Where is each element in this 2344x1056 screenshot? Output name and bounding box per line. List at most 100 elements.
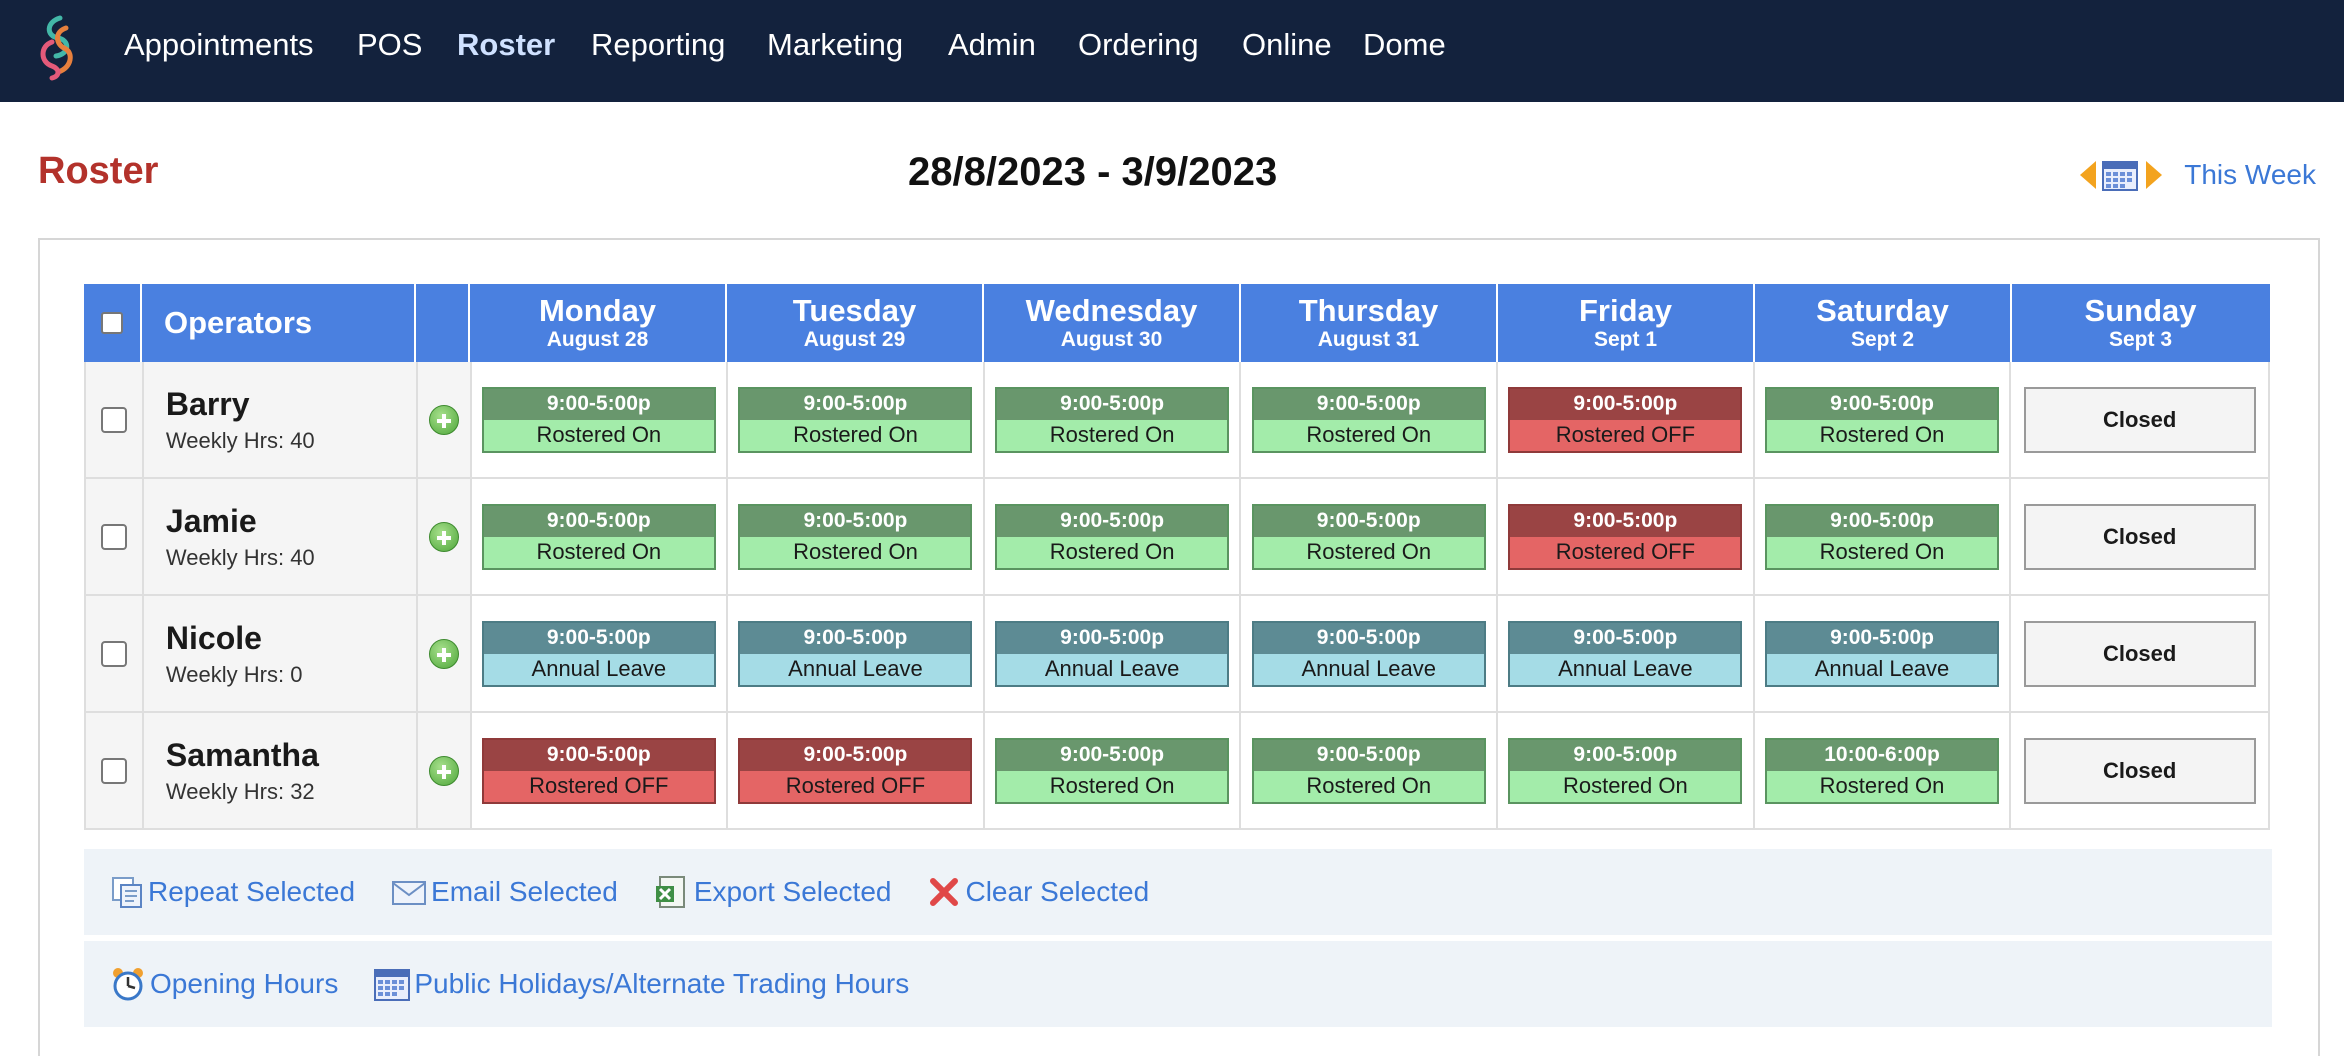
operator-name[interactable]: Barry xyxy=(166,384,250,424)
email-selected-button[interactable]: Email Selected xyxy=(391,875,618,909)
day-cell: 9:00-5:00p Annual Leave xyxy=(728,596,985,711)
shift-block[interactable]: 9:00-5:00p Rostered On xyxy=(1251,386,1486,453)
shift-block[interactable]: 10:00-6:00p Rostered On xyxy=(1765,737,2000,804)
shift-time: 9:00-5:00p xyxy=(483,739,714,771)
row-select-checkbox[interactable] xyxy=(100,640,127,667)
email-selected-label: Email Selected xyxy=(431,876,618,907)
shift-block[interactable]: 9:00-5:00p Rostered On xyxy=(1508,737,1743,804)
shift-block[interactable]: 9:00-5:00p Rostered On xyxy=(995,737,1230,804)
shift-block[interactable]: 9:00-5:00p Rostered On xyxy=(738,386,973,453)
repeat-selected-button[interactable]: Repeat Selected xyxy=(110,875,355,909)
add-shift-plus-icon[interactable] xyxy=(428,638,459,669)
shift-time: 9:00-5:00p xyxy=(740,505,971,537)
day-cell: 9:00-5:00p Rostered On xyxy=(472,362,729,477)
nav-ordering[interactable]: Ordering xyxy=(1078,24,1199,66)
day-name: Tuesday xyxy=(792,293,917,328)
row-select-checkbox[interactable] xyxy=(100,757,127,784)
shift-block[interactable]: 9:00-5:00p Annual Leave xyxy=(1765,620,2000,687)
shift-block[interactable]: 9:00-5:00p Rostered On xyxy=(481,503,716,570)
nav-admin[interactable]: Admin xyxy=(948,24,1036,66)
day-date: August 28 xyxy=(546,328,649,351)
clear-selected-button[interactable]: Clear Selected xyxy=(927,875,1149,909)
shift-block[interactable]: 9:00-5:00p Rostered On xyxy=(1251,737,1486,804)
operator-cell: Barry Weekly Hrs: 40 xyxy=(143,362,418,477)
day-header-thursday: Thursday August 31 xyxy=(1241,284,1498,362)
shift-status: Rostered On xyxy=(1767,770,1998,802)
shift-time: 9:00-5:00p xyxy=(483,388,714,420)
operator-cell: Nicole Weekly Hrs: 0 xyxy=(143,596,418,711)
shift-status: Annual Leave xyxy=(1767,653,1998,685)
shift-time: 9:00-5:00p xyxy=(1767,388,1998,420)
shift-time: 9:00-5:00p xyxy=(483,622,714,654)
shift-block[interactable]: 9:00-5:00p Rostered OFF xyxy=(481,737,716,804)
shift-block[interactable]: 9:00-5:00p Rostered OFF xyxy=(1508,386,1743,453)
shift-block[interactable]: 9:00-5:00p Rostered On xyxy=(481,386,716,453)
select-all-checkbox[interactable] xyxy=(101,312,123,334)
export-selected-button[interactable]: Export Selected xyxy=(654,874,892,910)
shift-block[interactable]: 9:00-5:00p Rostered On xyxy=(738,503,973,570)
shift-status: Annual Leave xyxy=(483,653,714,685)
public-holidays-button[interactable]: Public Holidays/Alternate Trading Hours xyxy=(374,967,909,1001)
day-cell: 9:00-5:00p Rostered On xyxy=(728,479,985,594)
day-date: August 29 xyxy=(803,328,906,351)
shift-status: Rostered On xyxy=(1767,536,1998,568)
operator-name[interactable]: Samantha xyxy=(166,735,319,775)
row-select-checkbox[interactable] xyxy=(100,406,127,433)
nav-marketing[interactable]: Marketing xyxy=(767,24,903,66)
add-shift-plus-icon[interactable] xyxy=(428,404,459,435)
day-cell: 9:00-5:00p Annual Leave xyxy=(985,596,1242,711)
closed-block[interactable]: Closed xyxy=(2023,386,2256,453)
closed-block[interactable]: Closed xyxy=(2023,503,2256,570)
app-logo-icon[interactable] xyxy=(30,12,86,82)
alarm-clock-icon xyxy=(113,968,143,1001)
closed-block[interactable]: Closed xyxy=(2023,737,2256,804)
nav-reporting[interactable]: Reporting xyxy=(591,24,725,66)
add-shift-plus-icon[interactable] xyxy=(428,521,459,552)
opening-hours-button[interactable]: Opening Hours xyxy=(110,966,338,1002)
this-week-link[interactable]: This Week xyxy=(2184,159,2316,191)
day-header-wednesday: Wednesday August 30 xyxy=(984,284,1241,362)
shift-time: 9:00-5:00p xyxy=(1510,388,1741,420)
calendar-icon[interactable] xyxy=(2102,159,2139,191)
shift-block[interactable]: 9:00-5:00p Annual Leave xyxy=(995,620,1230,687)
nav-dome[interactable]: Dome xyxy=(1363,24,1446,66)
export-selected-label: Export Selected xyxy=(693,876,892,907)
operator-name[interactable]: Nicole xyxy=(166,618,262,658)
shift-block[interactable]: 9:00-5:00p Rostered On xyxy=(1765,503,2000,570)
shift-block[interactable]: 9:00-5:00p Annual Leave xyxy=(481,620,716,687)
export-icon xyxy=(655,876,685,908)
shift-block[interactable]: 9:00-5:00p Rostered OFF xyxy=(738,737,973,804)
shift-status: Rostered On xyxy=(1510,770,1741,802)
add-shift-plus-icon[interactable] xyxy=(428,755,459,786)
closed-block[interactable]: Closed xyxy=(2023,620,2256,687)
day-name: Wednesday xyxy=(1025,293,1198,328)
shift-block[interactable]: 9:00-5:00p Annual Leave xyxy=(1251,620,1486,687)
previous-week-icon[interactable] xyxy=(2080,161,2097,189)
operator-name[interactable]: Jamie xyxy=(166,501,257,541)
operator-cell: Jamie Weekly Hrs: 40 xyxy=(143,479,418,594)
roster-body: Barry Weekly Hrs: 40 9:00-5:00p Rostered On… xyxy=(84,362,2270,830)
shift-status: Rostered On xyxy=(997,770,1228,802)
shift-time: 9:00-5:00p xyxy=(1253,388,1484,420)
row-select-checkbox[interactable] xyxy=(100,523,127,550)
nav-online[interactable]: Online xyxy=(1242,24,1332,66)
shift-block[interactable]: 9:00-5:00p Rostered On xyxy=(1251,503,1486,570)
shift-block[interactable]: 9:00-5:00p Rostered On xyxy=(1765,386,2000,453)
nav-appointments[interactable]: Appointments xyxy=(124,24,314,66)
row-checkbox-cell xyxy=(86,479,144,594)
nav-roster[interactable]: Roster xyxy=(457,24,555,66)
nav-pos[interactable]: POS xyxy=(357,24,422,66)
shift-block[interactable]: 9:00-5:00p Annual Leave xyxy=(1508,620,1743,687)
repeat-icon xyxy=(112,877,142,908)
shift-time: 9:00-5:00p xyxy=(997,388,1228,420)
shift-block[interactable]: 9:00-5:00p Rostered On xyxy=(995,503,1230,570)
shift-status: Rostered On xyxy=(1767,419,1998,451)
day-cell: 9:00-5:00p Rostered On xyxy=(1498,713,1755,828)
shift-block[interactable]: 9:00-5:00p Rostered OFF xyxy=(1508,503,1743,570)
shift-block[interactable]: 9:00-5:00p Annual Leave xyxy=(738,620,973,687)
shift-block[interactable]: 9:00-5:00p Rostered On xyxy=(995,386,1230,453)
shift-time: 9:00-5:00p xyxy=(740,388,971,420)
operator-weekly-hours: Weekly Hrs: 32 xyxy=(165,778,315,804)
row-checkbox-cell xyxy=(86,362,144,477)
next-week-icon[interactable] xyxy=(2146,161,2163,189)
